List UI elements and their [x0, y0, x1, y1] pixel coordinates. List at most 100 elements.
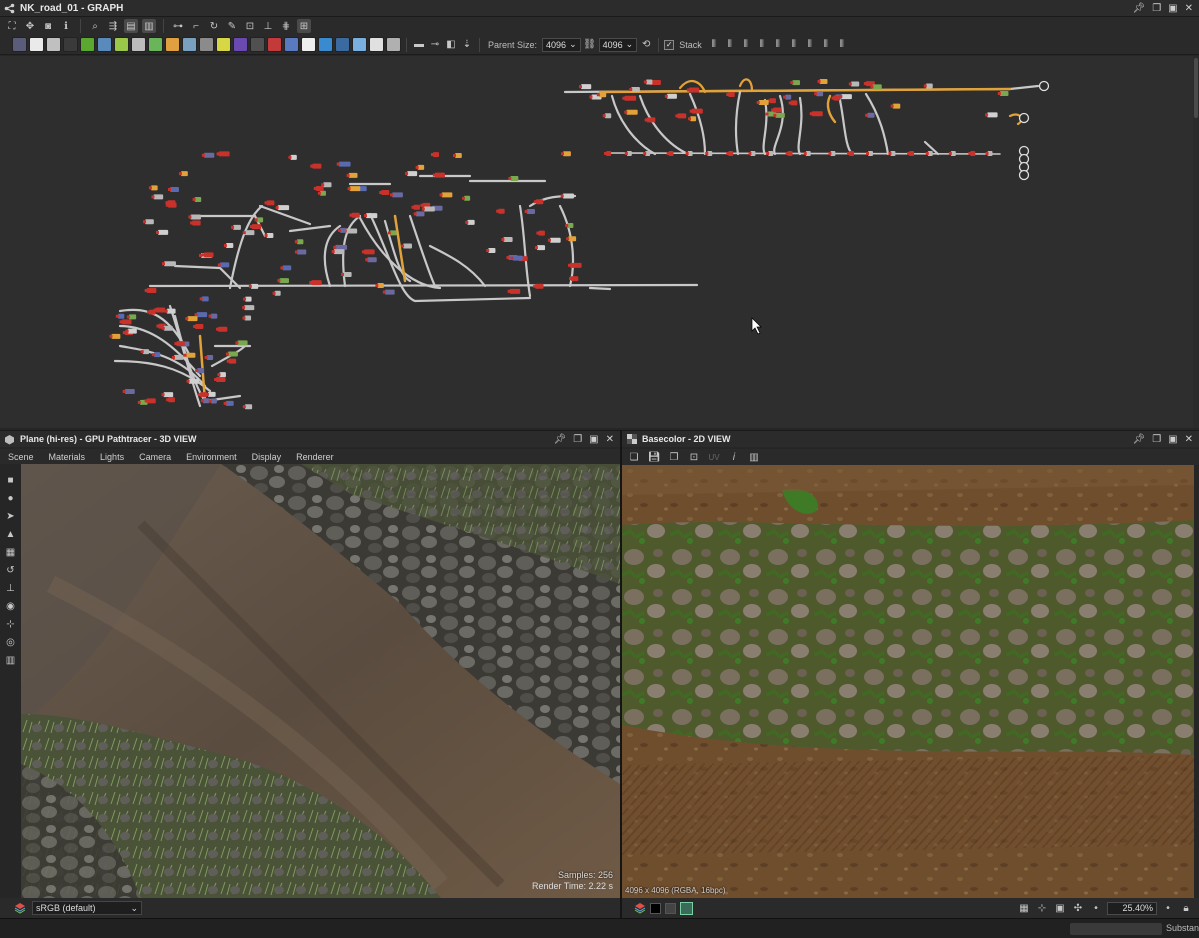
- node-input-port[interactable]: [496, 209, 500, 213]
- graph-node[interactable]: [646, 117, 656, 123]
- center-icon[interactable]: ✣: [1071, 901, 1085, 915]
- node-input-port[interactable]: [248, 284, 252, 288]
- graph-node[interactable]: [691, 108, 703, 114]
- graph-node[interactable]: [568, 236, 577, 242]
- uv-toggle[interactable]: UV: [707, 450, 721, 464]
- node-input-port[interactable]: [726, 152, 730, 155]
- node-input-port[interactable]: [387, 231, 391, 235]
- graph-node[interactable]: [434, 172, 445, 178]
- node-input-port[interactable]: [225, 352, 229, 356]
- graph-node[interactable]: [210, 313, 218, 319]
- graph-node[interactable]: [441, 192, 453, 198]
- node-input-port[interactable]: [643, 80, 647, 84]
- node-input-port[interactable]: [624, 152, 628, 155]
- zoom-minus-icon[interactable]: •: [1089, 901, 1103, 915]
- graph-node[interactable]: [510, 175, 519, 181]
- node-input-port[interactable]: [803, 152, 807, 155]
- node-input-port[interactable]: [201, 153, 205, 157]
- align-center-icon[interactable]: ⫴: [723, 38, 737, 52]
- stamp-icon[interactable]: ⊥: [4, 582, 17, 595]
- node-input-port[interactable]: [140, 350, 144, 354]
- graph-node[interactable]: [169, 186, 179, 192]
- node-input-port[interactable]: [137, 400, 141, 404]
- graph-node[interactable]: [233, 224, 241, 230]
- node-input-port[interactable]: [985, 113, 989, 117]
- node-input-port[interactable]: [223, 244, 227, 248]
- graph-node[interactable]: [190, 214, 201, 220]
- snap-node-icon[interactable]: ⫴: [835, 38, 849, 52]
- view3d-viewport[interactable]: Samples: 256 Render Time: 2.22 s: [21, 464, 620, 898]
- graph-node[interactable]: [467, 219, 475, 225]
- graph-node[interactable]: [792, 80, 800, 86]
- node-input-port[interactable]: [310, 164, 314, 168]
- graph-node[interactable]: [244, 230, 255, 236]
- node-input-port[interactable]: [726, 93, 730, 97]
- pixel-processor-node-button[interactable]: [114, 37, 129, 52]
- restore-icon[interactable]: ❐: [1152, 434, 1161, 445]
- node-input-port[interactable]: [161, 326, 165, 330]
- space-h-icon[interactable]: ⫴: [787, 38, 801, 52]
- node-input-port[interactable]: [166, 398, 170, 402]
- graph-node[interactable]: [196, 312, 208, 318]
- node-input-port[interactable]: [547, 238, 551, 242]
- node-input-port[interactable]: [788, 101, 792, 105]
- restore-icon[interactable]: ❐: [1152, 3, 1161, 14]
- graph-node[interactable]: [266, 232, 274, 238]
- warp-node-button[interactable]: [199, 37, 214, 52]
- graph-node[interactable]: [987, 112, 998, 118]
- graph-node[interactable]: [225, 243, 234, 249]
- graph-node[interactable]: [225, 400, 234, 406]
- color-space-select[interactable]: sRGB (default) ⌄: [32, 901, 142, 915]
- graph-node[interactable]: [509, 288, 521, 294]
- graph-node[interactable]: [367, 257, 377, 263]
- node-input-port[interactable]: [604, 152, 608, 155]
- node-input-port[interactable]: [167, 187, 171, 191]
- graph-node[interactable]: [228, 358, 237, 364]
- graph-node[interactable]: [503, 236, 513, 242]
- graph-node[interactable]: [580, 84, 592, 90]
- node-input-port[interactable]: [771, 108, 775, 112]
- graph-node[interactable]: [758, 100, 769, 106]
- node-input-port[interactable]: [846, 152, 850, 155]
- node-input-port[interactable]: [201, 253, 205, 257]
- graph-node[interactable]: [570, 262, 582, 268]
- graph-node[interactable]: [266, 200, 275, 206]
- node-input-port[interactable]: [382, 290, 386, 294]
- node-input-port[interactable]: [349, 213, 353, 217]
- node-input-port[interactable]: [790, 81, 794, 85]
- node-input-port[interactable]: [242, 405, 246, 409]
- comment-node-icon[interactable]: ▬: [412, 38, 426, 52]
- node-input-port[interactable]: [294, 240, 298, 244]
- channel-rgb-icon[interactable]: [680, 901, 693, 915]
- fx-map-node-button[interactable]: [63, 37, 78, 52]
- graph-node[interactable]: [872, 84, 882, 90]
- node-input-port[interactable]: [870, 85, 874, 89]
- curve-node-button[interactable]: [148, 37, 163, 52]
- node-input-port[interactable]: [643, 152, 647, 155]
- graph-node[interactable]: [145, 219, 154, 225]
- graph-node[interactable]: [841, 94, 852, 100]
- space-v-icon[interactable]: ⫴: [803, 38, 817, 52]
- graph-node[interactable]: [166, 308, 176, 314]
- graph-node[interactable]: [203, 252, 214, 258]
- node-input-port[interactable]: [144, 288, 148, 292]
- node-input-port[interactable]: [766, 152, 770, 155]
- layers-icon[interactable]: [634, 902, 646, 914]
- graph-node[interactable]: [342, 271, 352, 277]
- graph-node[interactable]: [349, 186, 361, 192]
- graph-node[interactable]: [203, 152, 215, 158]
- node-input-port[interactable]: [461, 196, 465, 200]
- node-input-port[interactable]: [125, 329, 129, 333]
- graph-node[interactable]: [351, 212, 360, 218]
- refresh-icon[interactable]: ↻: [207, 19, 221, 33]
- graph-node[interactable]: [323, 182, 332, 188]
- node-input-port[interactable]: [486, 249, 490, 253]
- menu-camera[interactable]: Camera: [139, 452, 171, 462]
- node-input-port[interactable]: [144, 399, 148, 403]
- graph-node[interactable]: [201, 296, 209, 302]
- node-input-port[interactable]: [666, 152, 670, 155]
- graph-node[interactable]: [219, 262, 230, 268]
- node-input-port[interactable]: [264, 201, 268, 205]
- node-input-port[interactable]: [208, 314, 212, 318]
- node-input-port[interactable]: [147, 310, 151, 314]
